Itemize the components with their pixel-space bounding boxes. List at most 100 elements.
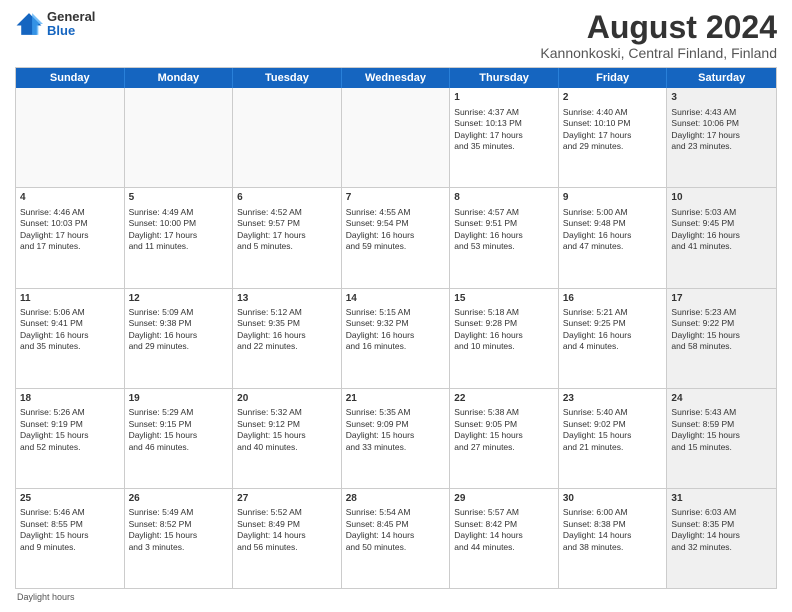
day-number: 17 (671, 292, 772, 306)
calendar-day-cell (233, 88, 342, 187)
day-info: Sunrise: 5:35 AM Sunset: 9:09 PM Dayligh… (346, 407, 415, 451)
day-number: 20 (237, 392, 337, 406)
calendar-day-cell: 20Sunrise: 5:32 AM Sunset: 9:12 PM Dayli… (233, 389, 342, 488)
calendar: SundayMondayTuesdayWednesdayThursdayFrid… (15, 67, 777, 589)
day-info: Sunrise: 6:03 AM Sunset: 8:35 PM Dayligh… (671, 507, 740, 551)
day-info: Sunrise: 4:46 AM Sunset: 10:03 PM Daylig… (20, 207, 89, 251)
calendar-day-cell: 25Sunrise: 5:46 AM Sunset: 8:55 PM Dayli… (16, 489, 125, 588)
logo-blue: Blue (47, 24, 95, 38)
day-info: Sunrise: 5:12 AM Sunset: 9:35 PM Dayligh… (237, 307, 306, 351)
calendar-day-cell: 13Sunrise: 5:12 AM Sunset: 9:35 PM Dayli… (233, 289, 342, 388)
day-info: Sunrise: 5:29 AM Sunset: 9:15 PM Dayligh… (129, 407, 198, 451)
calendar-week-row: 18Sunrise: 5:26 AM Sunset: 9:19 PM Dayli… (16, 388, 776, 488)
calendar-header-cell: Thursday (450, 68, 559, 88)
calendar-day-cell: 30Sunrise: 6:00 AM Sunset: 8:38 PM Dayli… (559, 489, 668, 588)
day-number: 31 (671, 492, 772, 506)
day-info: Sunrise: 5:23 AM Sunset: 9:22 PM Dayligh… (671, 307, 740, 351)
calendar-day-cell: 23Sunrise: 5:40 AM Sunset: 9:02 PM Dayli… (559, 389, 668, 488)
calendar-day-cell: 7 Sunrise: 4:55 AM Sunset: 9:54 PM Daylig… (342, 188, 451, 287)
calendar-day-cell (125, 88, 234, 187)
calendar-day-cell (342, 88, 451, 187)
day-info: Sunrise: 5:49 AM Sunset: 8:52 PM Dayligh… (129, 507, 198, 551)
day-info: Sunrise: 5:26 AM Sunset: 9:19 PM Dayligh… (20, 407, 89, 451)
calendar-day-cell: 9 Sunrise: 5:00 AM Sunset: 9:48 PM Daylig… (559, 188, 668, 287)
calendar-header-row: SundayMondayTuesdayWednesdayThursdayFrid… (16, 68, 776, 88)
day-number: 30 (563, 492, 663, 506)
calendar-week-row: 1Sunrise: 4:37 AM Sunset: 10:13 PM Dayli… (16, 88, 776, 187)
day-info: Sunrise: 4:55 AM Sunset: 9:54 PM Dayligh… (346, 207, 415, 251)
day-info: Sunrise: 5:46 AM Sunset: 8:55 PM Dayligh… (20, 507, 89, 551)
calendar-header-cell: Wednesday (342, 68, 451, 88)
day-number: 24 (671, 392, 772, 406)
day-info: Sunrise: 5:32 AM Sunset: 9:12 PM Dayligh… (237, 407, 306, 451)
day-info: Sunrise: 4:49 AM Sunset: 10:00 PM Daylig… (129, 207, 198, 251)
day-number: 22 (454, 392, 554, 406)
calendar-day-cell: 17Sunrise: 5:23 AM Sunset: 9:22 PM Dayli… (667, 289, 776, 388)
day-number: 8 (454, 191, 554, 205)
day-number: 10 (671, 191, 772, 205)
day-info: Sunrise: 4:37 AM Sunset: 10:13 PM Daylig… (454, 107, 523, 151)
day-info: Sunrise: 5:40 AM Sunset: 9:02 PM Dayligh… (563, 407, 632, 451)
calendar-day-cell: 21Sunrise: 5:35 AM Sunset: 9:09 PM Dayli… (342, 389, 451, 488)
day-number: 12 (129, 292, 229, 306)
day-number: 23 (563, 392, 663, 406)
calendar-day-cell: 18Sunrise: 5:26 AM Sunset: 9:19 PM Dayli… (16, 389, 125, 488)
main-title: August 2024 (540, 10, 777, 45)
calendar-day-cell: 10Sunrise: 5:03 AM Sunset: 9:45 PM Dayli… (667, 188, 776, 287)
logo: General Blue (15, 10, 95, 39)
calendar-day-cell: 5 Sunrise: 4:49 AM Sunset: 10:00 PM Dayli… (125, 188, 234, 287)
day-info: Sunrise: 4:57 AM Sunset: 9:51 PM Dayligh… (454, 207, 523, 251)
calendar-day-cell: 28Sunrise: 5:54 AM Sunset: 8:45 PM Dayli… (342, 489, 451, 588)
day-number: 4 (20, 191, 120, 205)
sub-title: Kannonkoski, Central Finland, Finland (540, 45, 777, 61)
day-info: Sunrise: 5:54 AM Sunset: 8:45 PM Dayligh… (346, 507, 415, 551)
day-info: Sunrise: 5:43 AM Sunset: 8:59 PM Dayligh… (671, 407, 740, 451)
day-info: Sunrise: 5:09 AM Sunset: 9:38 PM Dayligh… (129, 307, 198, 351)
day-info: Sunrise: 4:52 AM Sunset: 9:57 PM Dayligh… (237, 207, 306, 251)
day-number: 5 (129, 191, 229, 205)
day-number: 26 (129, 492, 229, 506)
day-number: 27 (237, 492, 337, 506)
calendar-header-cell: Saturday (667, 68, 776, 88)
day-number: 11 (20, 292, 120, 306)
calendar-header-cell: Monday (125, 68, 234, 88)
calendar-body: 1Sunrise: 4:37 AM Sunset: 10:13 PM Dayli… (16, 88, 776, 588)
calendar-day-cell: 14Sunrise: 5:15 AM Sunset: 9:32 PM Dayli… (342, 289, 451, 388)
day-info: Sunrise: 5:00 AM Sunset: 9:48 PM Dayligh… (563, 207, 632, 251)
day-number: 7 (346, 191, 446, 205)
calendar-day-cell: 12Sunrise: 5:09 AM Sunset: 9:38 PM Dayli… (125, 289, 234, 388)
day-info: Sunrise: 5:57 AM Sunset: 8:42 PM Dayligh… (454, 507, 523, 551)
footer-note: Daylight hours (15, 589, 777, 602)
day-info: Sunrise: 5:21 AM Sunset: 9:25 PM Dayligh… (563, 307, 632, 351)
day-number: 29 (454, 492, 554, 506)
day-number: 28 (346, 492, 446, 506)
day-number: 15 (454, 292, 554, 306)
calendar-day-cell: 26Sunrise: 5:49 AM Sunset: 8:52 PM Dayli… (125, 489, 234, 588)
calendar-week-row: 4 Sunrise: 4:46 AM Sunset: 10:03 PM Dayli… (16, 187, 776, 287)
day-number: 25 (20, 492, 120, 506)
calendar-day-cell: 16Sunrise: 5:21 AM Sunset: 9:25 PM Dayli… (559, 289, 668, 388)
calendar-day-cell: 11Sunrise: 5:06 AM Sunset: 9:41 PM Dayli… (16, 289, 125, 388)
day-number: 3 (671, 91, 772, 105)
calendar-day-cell (16, 88, 125, 187)
calendar-day-cell: 15Sunrise: 5:18 AM Sunset: 9:28 PM Dayli… (450, 289, 559, 388)
calendar-day-cell: 4 Sunrise: 4:46 AM Sunset: 10:03 PM Dayli… (16, 188, 125, 287)
day-number: 9 (563, 191, 663, 205)
day-number: 6 (237, 191, 337, 205)
day-info: Sunrise: 4:43 AM Sunset: 10:06 PM Daylig… (671, 107, 740, 151)
logo-general: General (47, 10, 95, 24)
day-number: 2 (563, 91, 663, 105)
day-number: 14 (346, 292, 446, 306)
calendar-day-cell: 27Sunrise: 5:52 AM Sunset: 8:49 PM Dayli… (233, 489, 342, 588)
calendar-header-cell: Friday (559, 68, 668, 88)
day-info: Sunrise: 5:52 AM Sunset: 8:49 PM Dayligh… (237, 507, 306, 551)
page: General Blue August 2024 Kannonkoski, Ce… (0, 0, 792, 612)
calendar-day-cell: 3 Sunrise: 4:43 AM Sunset: 10:06 PM Dayli… (667, 88, 776, 187)
calendar-day-cell: 19Sunrise: 5:29 AM Sunset: 9:15 PM Dayli… (125, 389, 234, 488)
day-number: 21 (346, 392, 446, 406)
day-number: 13 (237, 292, 337, 306)
calendar-week-row: 25Sunrise: 5:46 AM Sunset: 8:55 PM Dayli… (16, 488, 776, 588)
calendar-header-cell: Tuesday (233, 68, 342, 88)
calendar-day-cell: 1Sunrise: 4:37 AM Sunset: 10:13 PM Dayli… (450, 88, 559, 187)
calendar-week-row: 11Sunrise: 5:06 AM Sunset: 9:41 PM Dayli… (16, 288, 776, 388)
